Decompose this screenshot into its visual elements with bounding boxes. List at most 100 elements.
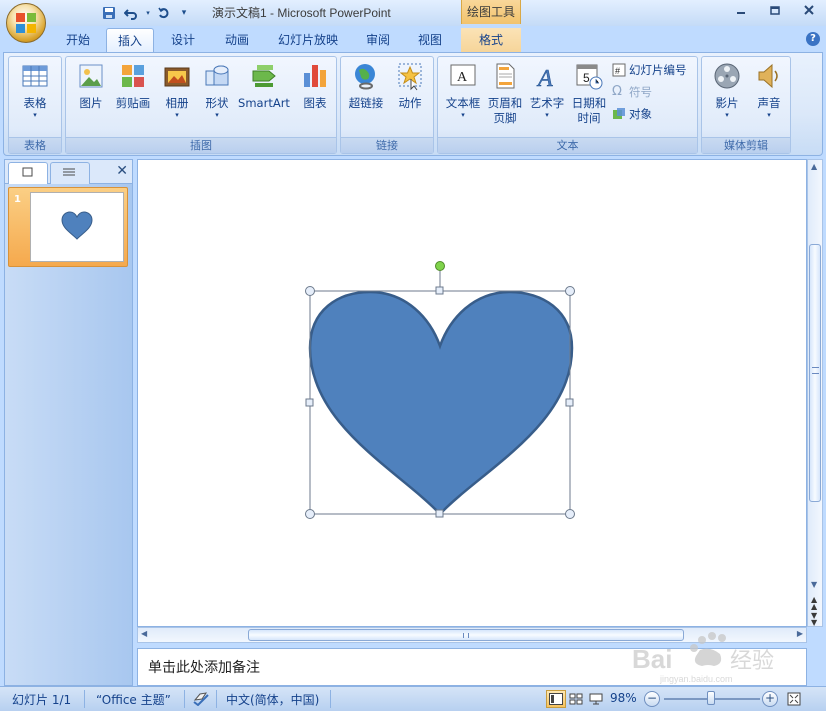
fit-to-window-button[interactable] xyxy=(784,690,804,708)
header-footer-button[interactable]: 页眉和 页脚 xyxy=(482,61,528,131)
tab-slide-show[interactable]: 幻灯片放映 xyxy=(268,28,348,52)
object-label: 对象 xyxy=(629,107,652,121)
datetime-button[interactable]: 5 日期和 时间 xyxy=(566,61,612,131)
scroll-down-icon[interactable]: ▼ xyxy=(811,580,817,589)
clipart-icon xyxy=(122,65,144,87)
zoom-in-button[interactable]: + xyxy=(762,691,778,707)
tab-view[interactable]: 视图 xyxy=(408,28,452,52)
scroll-right-icon[interactable]: ▶ xyxy=(797,629,803,638)
drawing-tools-contextual-title: 绘图工具 xyxy=(461,0,521,24)
normal-view-button[interactable] xyxy=(546,690,566,708)
tab-format[interactable]: 格式 xyxy=(461,28,521,52)
textbox-label: 文本框 xyxy=(445,96,481,110)
language-indicator[interactable]: 中文(简体，中国) xyxy=(226,691,319,708)
slide-number-button[interactable]: # 幻灯片编号 xyxy=(612,60,687,80)
rotation-handle[interactable] xyxy=(435,261,445,271)
movie-label: 影片 xyxy=(715,96,739,110)
clipart-button[interactable]: 剪贴画 xyxy=(110,61,156,131)
tab-home[interactable]: 开始 xyxy=(56,28,100,52)
chart-icon xyxy=(304,65,326,87)
shapes-label: 形状 xyxy=(205,96,229,110)
hyperlink-button[interactable]: 超链接 xyxy=(343,61,389,131)
close-button[interactable] xyxy=(792,0,826,20)
tab-insert[interactable]: 插入 xyxy=(106,28,154,53)
office-button[interactable] xyxy=(6,3,46,43)
resize-handle-bottom-right[interactable] xyxy=(565,509,575,519)
slide-icon xyxy=(22,167,33,177)
tab-animations[interactable]: 动画 xyxy=(214,28,260,52)
spelling-check-icon[interactable] xyxy=(192,690,210,709)
group-label-text: 文本 xyxy=(438,137,697,153)
object-button[interactable]: 对象 xyxy=(612,104,652,124)
resize-handle-bottom[interactable] xyxy=(435,509,444,518)
help-icon[interactable]: ? xyxy=(806,32,820,46)
resize-handle-top-right[interactable] xyxy=(565,286,575,296)
zoom-out-button[interactable]: − xyxy=(644,691,660,707)
svg-text:5: 5 xyxy=(583,71,590,85)
previous-slide-icon[interactable]: ▲ ▲ xyxy=(811,596,817,611)
resize-handle-right[interactable] xyxy=(565,398,574,407)
smartart-icon xyxy=(252,65,276,87)
tab-review[interactable]: 审阅 xyxy=(356,28,400,52)
outline-tab[interactable] xyxy=(50,162,90,184)
minimize-button[interactable] xyxy=(724,0,758,20)
movie-button[interactable]: 影片 ▾ xyxy=(704,61,750,131)
resize-handle-left[interactable] xyxy=(305,398,314,407)
resize-handle-top-left[interactable] xyxy=(305,286,315,296)
clipart-label: 剪贴画 xyxy=(115,96,151,110)
wordart-button[interactable]: A 艺术字 ▾ xyxy=(524,61,570,131)
sound-label: 声音 xyxy=(757,96,781,110)
chevron-down-icon: ▾ xyxy=(33,111,37,119)
sound-button[interactable]: 声音 ▾ xyxy=(746,61,792,131)
resize-handle-bottom-left[interactable] xyxy=(305,509,315,519)
photo-album-icon xyxy=(164,67,190,87)
vertical-scroll-thumb[interactable] xyxy=(809,244,821,502)
chart-button[interactable]: 图表 xyxy=(292,61,338,131)
svg-text:A: A xyxy=(457,70,468,85)
slide-show-view-button[interactable] xyxy=(586,690,606,708)
scroll-up-icon[interactable]: ▲ xyxy=(811,162,817,171)
action-button[interactable]: 动作 xyxy=(387,61,433,131)
restore-button[interactable] xyxy=(758,0,792,20)
close-icon[interactable]: ✕ xyxy=(116,163,128,179)
slides-tab[interactable] xyxy=(8,162,48,184)
redo-icon[interactable] xyxy=(156,4,174,22)
slide-canvas[interactable] xyxy=(137,159,807,627)
zoom-slider-thumb[interactable] xyxy=(707,691,716,705)
customize-qat-icon[interactable]: ▾ xyxy=(178,4,190,22)
shapes-button[interactable]: 形状 ▾ xyxy=(194,61,240,131)
resize-handle-top[interactable] xyxy=(435,286,444,295)
next-slide-icon[interactable]: ▼ ▼ xyxy=(811,612,817,627)
save-icon[interactable] xyxy=(100,4,118,22)
ribbon-tab-row: 开始 插入 设计 动画 幻灯片放映 审阅 视图 格式 ? xyxy=(0,26,826,53)
horizontal-scrollbar[interactable]: ◀ ▶ xyxy=(137,627,807,643)
wordart-icon: A xyxy=(536,66,554,93)
chevron-down-icon: ▾ xyxy=(461,111,465,119)
vertical-scrollbar[interactable]: ▲ ▼ ▲ ▲ ▼ ▼ xyxy=(807,159,823,627)
slide-thumbnail-selected[interactable]: 1 xyxy=(8,187,128,267)
scroll-left-icon[interactable]: ◀ xyxy=(141,629,147,638)
status-bar: 幻灯片 1/1 “Office 主题” 中文(简体，中国) 98% − + xyxy=(0,686,826,711)
slides-panel: ✕ 1 xyxy=(4,159,133,686)
undo-dropdown-icon[interactable]: ▾ xyxy=(144,4,152,22)
zoom-level[interactable]: 98% xyxy=(610,691,637,705)
heart-shape[interactable] xyxy=(308,290,574,516)
symbol-button[interactable]: Ω 符号 xyxy=(612,82,652,102)
slide-number-icon: # xyxy=(612,63,626,77)
picture-icon xyxy=(79,64,103,88)
svg-text:A: A xyxy=(536,66,553,91)
action-label: 动作 xyxy=(398,96,422,110)
horizontal-scroll-thumb[interactable] xyxy=(248,629,684,641)
slide-thumbnail xyxy=(30,192,124,262)
table-button[interactable]: 表格 ▾ xyxy=(12,61,58,131)
tab-design[interactable]: 设计 xyxy=(160,28,206,52)
hyperlink-label: 超链接 xyxy=(348,96,384,110)
undo-icon[interactable] xyxy=(122,4,140,22)
outline-icon xyxy=(63,168,75,176)
slide-sorter-view-button[interactable] xyxy=(566,690,586,708)
slide-number-label: 幻灯片编号 xyxy=(629,63,687,77)
textbox-button[interactable]: A 文本框 ▾ xyxy=(440,61,486,131)
notes-pane[interactable]: 单击此处添加备注 xyxy=(137,648,807,686)
smartart-button[interactable]: SmartArt xyxy=(236,61,292,131)
picture-button[interactable]: 图片 xyxy=(68,61,114,131)
